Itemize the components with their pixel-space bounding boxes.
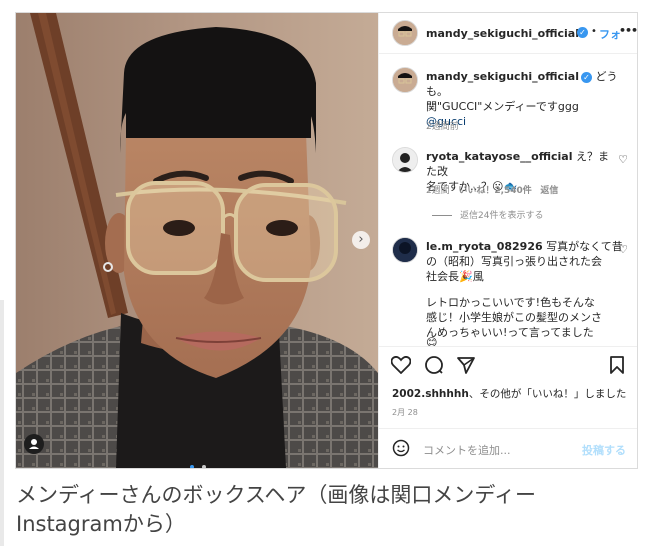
caption-verified-badge-icon: ✓: [581, 71, 592, 83]
post-date: 2月 28: [392, 408, 418, 417]
emoji-smiley-icon[interactable]: [392, 439, 410, 457]
carousel-dot: [202, 465, 207, 468]
more-options-icon[interactable]: •••: [619, 24, 637, 37]
view-replies-line: [432, 215, 452, 216]
comment-2-line3: 社会長🎉風: [426, 270, 484, 283]
likes-rest: 、その他が「いいね！」しました: [468, 388, 627, 400]
comment-2-like-heart-icon[interactable]: ♡: [618, 243, 628, 256]
comment-3-line2: 感じ！小学生娘がこの髪型のメンさ: [426, 311, 602, 324]
comment-1-meta: 2週間 いいね！2,540件 返信: [426, 183, 558, 196]
share-paper-plane-icon[interactable]: [456, 355, 476, 375]
view-replies-label: 返信24件を表示する: [460, 211, 544, 221]
post-photo-illustration: [16, 13, 378, 468]
comment-1-time: 2週間: [426, 186, 450, 196]
carousel-dot-active: [190, 465, 194, 468]
article-image-caption: メンディーさんのボックスヘア（画像は関口メンディーInstagramから）: [16, 483, 536, 536]
page-left-scrollbar: [0, 300, 4, 546]
header-username[interactable]: mandy_sekiguchi_official: [426, 27, 579, 40]
view-replies-button[interactable]: 返信24件を表示する: [432, 208, 543, 221]
action-bar: [379, 346, 637, 382]
comment-2-line1: 写真がなくて昔: [546, 240, 623, 253]
likes-summary: 2002.shhhhh、その他が「いいね！」しました: [392, 387, 626, 402]
comment-3-line3: んめっちゃいい!って言ってました: [426, 326, 594, 339]
next-photo-chevron-icon[interactable]: ›: [352, 231, 370, 249]
verified-badge-icon: ✓: [577, 27, 588, 38]
comment-input[interactable]: コメントを追加...: [423, 442, 511, 458]
comment-input-bar: コメントを追加... 投稿する: [379, 428, 637, 468]
comment-3-line1: レトロかっこいいです!色もそんな: [426, 296, 595, 309]
carousel-dots: [190, 454, 207, 468]
header-avatar[interactable]: [392, 20, 418, 46]
save-bookmark-icon[interactable]: [609, 355, 625, 375]
header-separator-dot: •: [591, 26, 597, 37]
follow-button[interactable]: フォ: [599, 26, 621, 42]
likes-user[interactable]: 2002.shhhhh: [392, 388, 469, 400]
comment-1-likes[interactable]: いいね！2,540件: [458, 186, 531, 196]
comment-bubble-icon[interactable]: [424, 355, 444, 375]
tagged-user-icon[interactable]: [24, 434, 44, 454]
post-photo[interactable]: ›: [16, 13, 378, 468]
comment-2-username[interactable]: le.m_ryota_082926: [426, 240, 543, 253]
post-header: mandy_sekiguchi_official ✓ • フォ •••: [379, 13, 637, 54]
comment-2-line2: の（昭和）写真引っ張り出された会: [426, 255, 602, 268]
post-side-panel: mandy_sekiguchi_official ✓ • フォ ••• mand…: [378, 13, 637, 468]
caption-line2: 関"GUCCI"メンディーですggg: [426, 100, 579, 113]
post-comment-button[interactable]: 投稿する: [582, 442, 626, 458]
caption-avatar[interactable]: [392, 67, 418, 93]
comment-avatar-2[interactable]: [392, 237, 418, 263]
comment-1-like-heart-icon[interactable]: ♡: [618, 153, 628, 166]
caption-time: 2週間前: [426, 122, 459, 132]
comment-1-username[interactable]: ryota_katayose__official: [426, 150, 572, 163]
comment-avatar-1[interactable]: [392, 147, 418, 173]
instagram-post-embed: › mandy_sekiguchi_official ✓ • フォ ••• ma…: [15, 12, 638, 469]
caption-username[interactable]: mandy_sekiguchi_official: [426, 70, 579, 83]
like-heart-icon[interactable]: [391, 356, 411, 374]
comment-2-text: le.m_ryota_082926 写真がなくて昔 の（昭和）写真引っ張り出され…: [426, 239, 626, 284]
comment-1-reply-button[interactable]: 返信: [540, 186, 558, 196]
